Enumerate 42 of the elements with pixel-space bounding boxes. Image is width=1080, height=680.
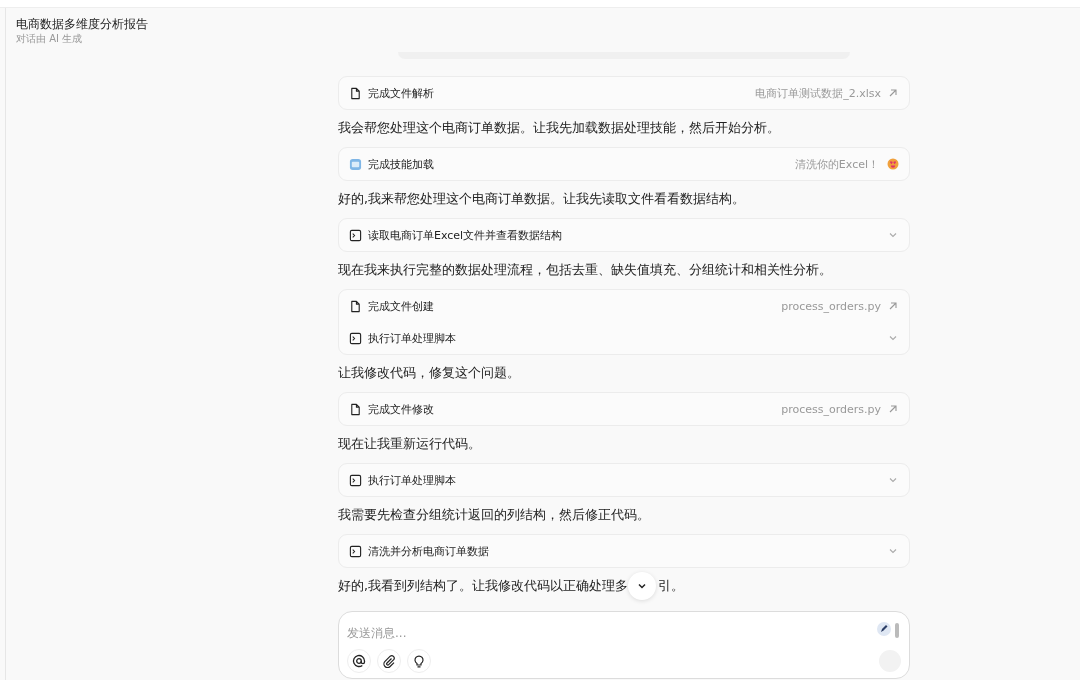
tool-step-row[interactable]: 清洗并分析电商订单数据 xyxy=(339,535,909,567)
step-detail: process_orders.py xyxy=(781,299,881,313)
pen-icon[interactable] xyxy=(877,622,891,636)
terminal-icon xyxy=(349,544,362,558)
assistant-message: 好的,我看到列结构了。让我修改代码以正确处理多 xyxy=(338,577,628,595)
tool-step-row[interactable]: 读取电商订单Excel文件并查看数据结构 xyxy=(339,219,909,251)
mention-button[interactable] xyxy=(347,649,371,673)
assistant-message: 我需要先检查分组统计返回的列结构，然后修正代码。 xyxy=(338,506,651,524)
tool-step-row[interactable]: 完成文件解析 电商订单测试数据_2.xlsx xyxy=(339,77,909,109)
tool-step-row[interactable]: 完成技能加载 清洗你的Excel！ xyxy=(339,148,909,180)
open-arrow-icon[interactable] xyxy=(887,403,899,415)
file-icon xyxy=(349,299,362,313)
terminal-icon xyxy=(349,331,362,345)
open-arrow-icon[interactable] xyxy=(887,300,899,312)
assistant-message: 让我修改代码，修复这个问题。 xyxy=(338,364,521,382)
tool-step-row[interactable]: 执行订单处理脚本 xyxy=(339,322,909,354)
assistant-message: 引。 xyxy=(658,577,684,595)
step-detail: 电商订单测试数据_2.xlsx xyxy=(755,85,881,101)
attach-button[interactable] xyxy=(377,649,401,673)
idea-button[interactable] xyxy=(407,649,431,673)
step-detail: process_orders.py xyxy=(781,402,881,416)
assistant-message: 现在我来执行完整的数据处理流程，包括去重、缺失值填充、分组统计和相关性分析。 xyxy=(338,261,833,279)
skill-icon xyxy=(349,157,362,171)
message-input[interactable]: 发送消息... xyxy=(347,626,827,640)
open-arrow-icon[interactable] xyxy=(887,87,899,99)
at-sign-icon xyxy=(352,654,366,668)
terminal-icon xyxy=(349,228,362,242)
assistant-message: 我会帮您处理这个电商订单数据。让我先加载数据处理技能，然后开始分析。 xyxy=(338,119,781,137)
file-icon xyxy=(349,86,362,100)
conversation-subtitle: 对话由 AI 生成 xyxy=(16,32,84,46)
conversation-title: 电商数据多维度分析报告 xyxy=(16,16,149,32)
tool-step-row[interactable]: 完成文件创建 process_orders.py xyxy=(339,290,909,322)
assistant-message: 好的,我来帮您处理这个电商订单数据。让我先读取文件看看数据结构。 xyxy=(338,190,746,208)
lightbulb-icon xyxy=(412,654,426,668)
tool-step-row[interactable]: 完成文件修改 process_orders.py xyxy=(339,393,909,425)
emoji-icon xyxy=(887,158,899,170)
assistant-message: 现在让我重新运行代码。 xyxy=(338,435,482,453)
paperclip-icon xyxy=(382,654,396,668)
step-detail: 清洗你的Excel！ xyxy=(794,156,879,172)
terminal-icon xyxy=(349,473,362,487)
file-icon xyxy=(349,402,362,416)
tool-step-row[interactable]: 执行订单处理脚本 xyxy=(339,464,909,496)
